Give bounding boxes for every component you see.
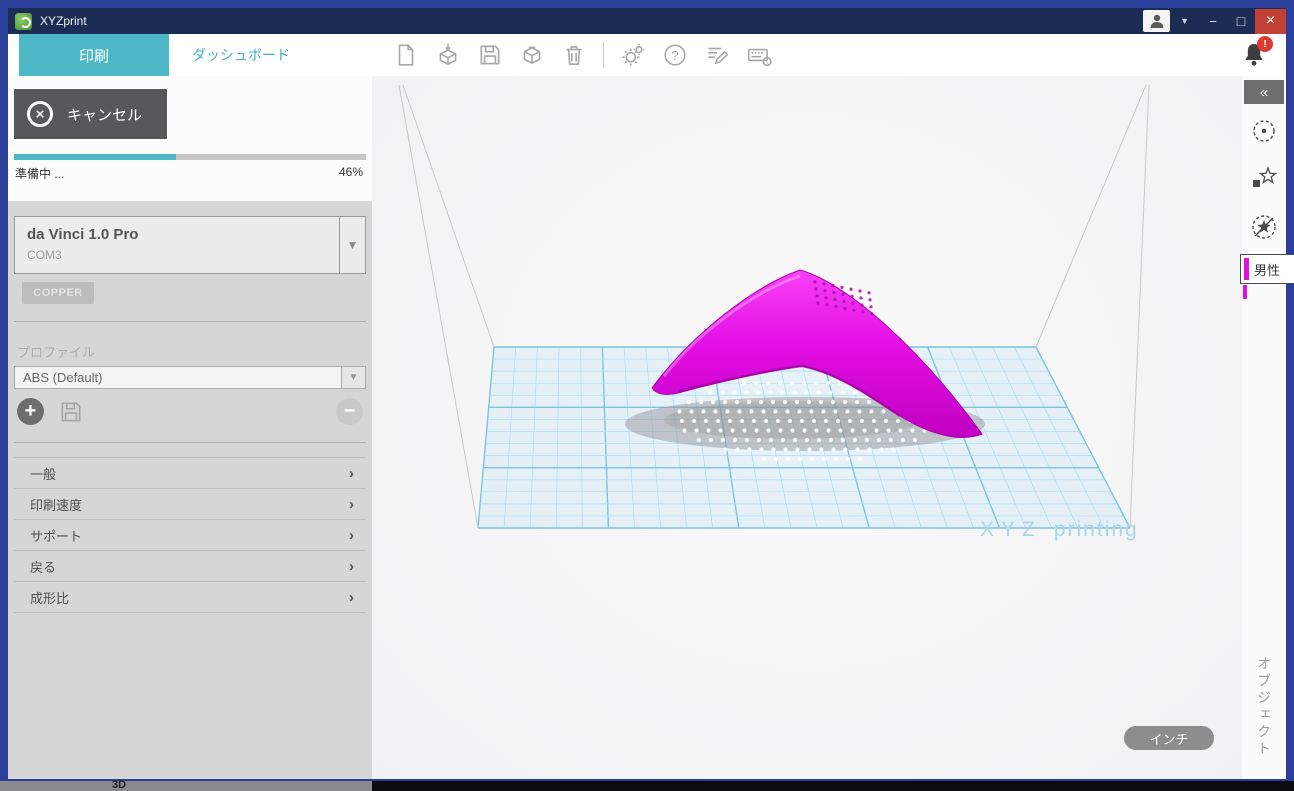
chevron-right-icon (349, 558, 354, 575)
person-icon (1150, 14, 1164, 28)
bottom-strip-left: 3D (0, 779, 372, 791)
profile-dropdown-arrow-icon[interactable] (341, 367, 365, 388)
settings-menu: 一般 印刷速度 サポート 戻る 成形比 (14, 457, 366, 613)
menu-item-print-speed[interactable]: 印刷速度 (14, 489, 366, 520)
menu-item-label: 戻る (30, 559, 57, 575)
printer-port: COM3 (27, 248, 62, 262)
menu-item-label: 一般 (30, 466, 57, 482)
progress-fill (14, 154, 176, 160)
save-profile-button[interactable] (58, 399, 84, 425)
printer-name: da Vinci 1.0 Pro (27, 226, 139, 243)
watermark-xyz: XYZ (980, 518, 1042, 541)
main-content: キャンセル 準備中 ... 46% da Vinci 1.0 Pro COM3 … (8, 76, 1294, 779)
object-panel: 男性 オブジェクト (1240, 76, 1294, 779)
title-bar: XYZprint (8, 8, 1286, 34)
object-list-item[interactable]: 男性 (1240, 254, 1294, 284)
tab-dashboard[interactable]: ダッシュボード (176, 34, 306, 76)
model-shadow-inner (664, 401, 920, 439)
object-color-tail (1243, 285, 1247, 299)
user-menu-caret-icon[interactable] (1180, 16, 1189, 26)
star-circle-icon[interactable] (1249, 212, 1279, 242)
notification-badge: ! (1257, 36, 1273, 52)
cancel-label: キャンセル (67, 106, 143, 124)
settings-gears-icon[interactable] (620, 42, 646, 68)
printer-dropdown-arrow-icon[interactable] (339, 217, 365, 273)
divider (14, 442, 366, 443)
taskbar-item-3d[interactable]: 3D (112, 779, 126, 791)
profile-value: ABS (Default) (23, 370, 103, 385)
progress-labels: 準備中 ... 46% (15, 165, 363, 182)
chevron-right-icon (349, 589, 354, 606)
new-file-icon[interactable] (393, 42, 419, 68)
pin-star-icon[interactable] (1249, 164, 1279, 194)
units-toggle-button[interactable]: インチ (1124, 726, 1214, 750)
print-settings-panel: キャンセル 準備中 ... 46% da Vinci 1.0 Pro COM3 … (8, 76, 372, 779)
toolbar-separator (603, 42, 604, 68)
watermark-printing: printing (1053, 518, 1139, 541)
material-tag[interactable]: COPPER (22, 282, 94, 304)
profile-label: プロファイル (17, 345, 96, 360)
bed-watermark: XYZ printing (980, 518, 1139, 542)
3d-viewport[interactable]: XYZ printing インチ (372, 76, 1242, 779)
notification-bell[interactable]: ! (1240, 36, 1273, 70)
menu-item-label: 成形比 (30, 590, 70, 606)
maximize-button[interactable] (1227, 9, 1255, 34)
save-icon[interactable] (477, 42, 503, 68)
cancel-button[interactable]: キャンセル (14, 89, 167, 139)
bottom-strip: 3D (0, 779, 1294, 791)
divider (14, 321, 366, 322)
window-controls (1143, 8, 1286, 34)
menu-item-label: 印刷速度 (30, 497, 83, 513)
toolbar: 印刷 ダッシュボード ? i ! (8, 34, 1286, 76)
window-title: XYZprint (40, 14, 87, 28)
object-panel-title: オブジェクト (1256, 656, 1272, 758)
chevron-right-icon (349, 527, 354, 544)
menu-item-label: サポート (30, 528, 83, 544)
user-avatar[interactable] (1143, 10, 1171, 32)
help-icon[interactable]: ? (662, 42, 688, 68)
floppy-icon (61, 402, 81, 422)
tab-print[interactable]: 印刷 (19, 34, 169, 76)
chevron-right-icon (349, 496, 354, 513)
progress-percent: 46% (338, 165, 363, 179)
object-name: 男性 (1254, 262, 1281, 278)
add-profile-button[interactable] (17, 398, 44, 425)
profile-selector[interactable]: ABS (Default) (14, 366, 366, 389)
edit-note-icon[interactable] (704, 42, 730, 68)
3d-scene-canvas[interactable] (372, 76, 1242, 779)
cancel-x-icon (27, 101, 53, 127)
menu-item-support[interactable]: サポート (14, 520, 366, 551)
keyboard-info-icon[interactable]: i (746, 42, 772, 68)
printer-selector[interactable]: da Vinci 1.0 Pro COM3 (14, 216, 366, 274)
menu-item-back[interactable]: 戻る (14, 551, 366, 582)
remove-profile-button[interactable] (336, 398, 363, 425)
status-text: 準備中 ... (15, 167, 65, 181)
svg-text:?: ? (671, 48, 678, 63)
import-model-icon[interactable] (435, 42, 461, 68)
toolbar-icons: ? i (393, 34, 772, 76)
menu-item-general[interactable]: 一般 (14, 458, 366, 489)
app-logo-icon (15, 12, 32, 30)
export-model-icon[interactable] (519, 42, 545, 68)
app-window: XYZprint 印刷 ダッシュボード (0, 0, 1294, 781)
progress-bar (14, 154, 366, 160)
chevron-right-icon (349, 465, 354, 482)
collapse-panel-button[interactable] (1244, 80, 1284, 104)
job-status-section: キャンセル 準備中 ... 46% (8, 76, 372, 201)
orbit-target-icon[interactable] (1249, 116, 1279, 146)
close-button[interactable] (1255, 8, 1286, 34)
minimize-button[interactable] (1199, 9, 1227, 34)
object-color-swatch (1244, 258, 1249, 280)
delete-icon[interactable] (561, 42, 587, 68)
menu-item-forming-ratio[interactable]: 成形比 (14, 582, 366, 613)
